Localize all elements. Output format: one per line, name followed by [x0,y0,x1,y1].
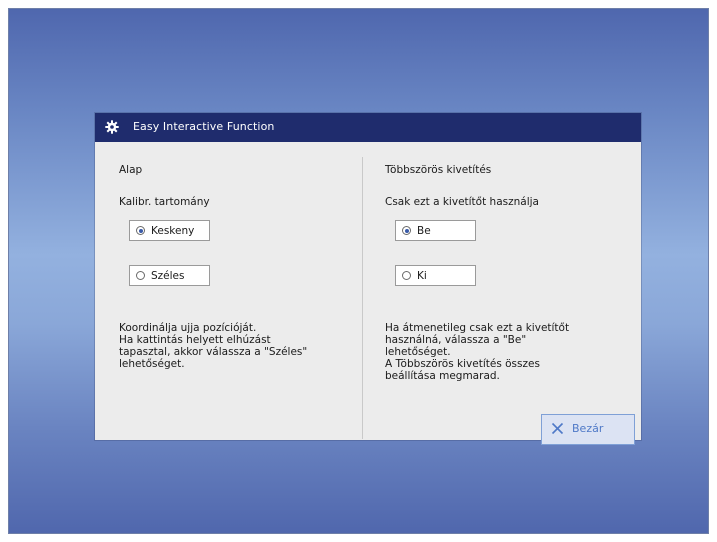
dialog-title: Easy Interactive Function [133,120,275,133]
close-icon [551,422,564,435]
left-description-line: lehetőséget. [119,358,185,370]
left-section-heading: Alap [119,164,143,176]
close-button[interactable]: Bezár [541,414,635,445]
column-divider [362,157,363,439]
radio-selected-icon [402,226,411,235]
right-description: Ha átmenetileg csak ezt a kivetítőt hasz… [385,322,569,382]
right-description-line: lehetőséget. [385,346,451,358]
radio-narrow-label: Keskeny [151,225,195,237]
right-description-line: A Többszörös kivetítés összes [385,358,540,370]
left-description-line: Koordinálja ujja pozícióját. [119,322,257,334]
easy-interactive-dialog: Easy Interactive Function Alap Kalibr. t… [95,113,641,445]
radio-selected-icon [136,226,145,235]
right-description-line: Ha átmenetileg csak ezt a kivetítőt [385,322,570,334]
radio-on[interactable]: Be [395,220,476,241]
radio-wide-label: Széles [151,270,185,282]
left-description: Koordinálja ujja pozícióját. Ha kattintá… [119,322,307,370]
right-section-heading: Többszörös kivetítés [385,164,492,176]
dialog-titlebar: Easy Interactive Function [95,113,641,142]
use-this-projector-label: Csak ezt a kivetítőt használja [385,196,539,208]
gear-icon [105,120,119,134]
radio-narrow[interactable]: Keskeny [129,220,210,241]
radio-off-label: Ki [417,270,427,282]
radio-unselected-icon [402,271,411,280]
right-description-line: beállítása megmarad. [385,370,500,382]
radio-on-label: Be [417,225,431,237]
right-description-line: használná, válassza a "Be" [385,334,527,346]
screen-background: Easy Interactive Function Alap Kalibr. t… [8,8,709,534]
radio-wide[interactable]: Széles [129,265,210,286]
left-description-line: tapasztal, akkor válassza a "Széles" [119,346,308,358]
radio-off[interactable]: Ki [395,265,476,286]
calibration-range-label: Kalibr. tartomány [119,196,210,208]
left-description-line: Ha kattintás helyett elhúzást [119,334,271,346]
close-button-label: Bezár [572,422,604,435]
radio-unselected-icon [136,271,145,280]
